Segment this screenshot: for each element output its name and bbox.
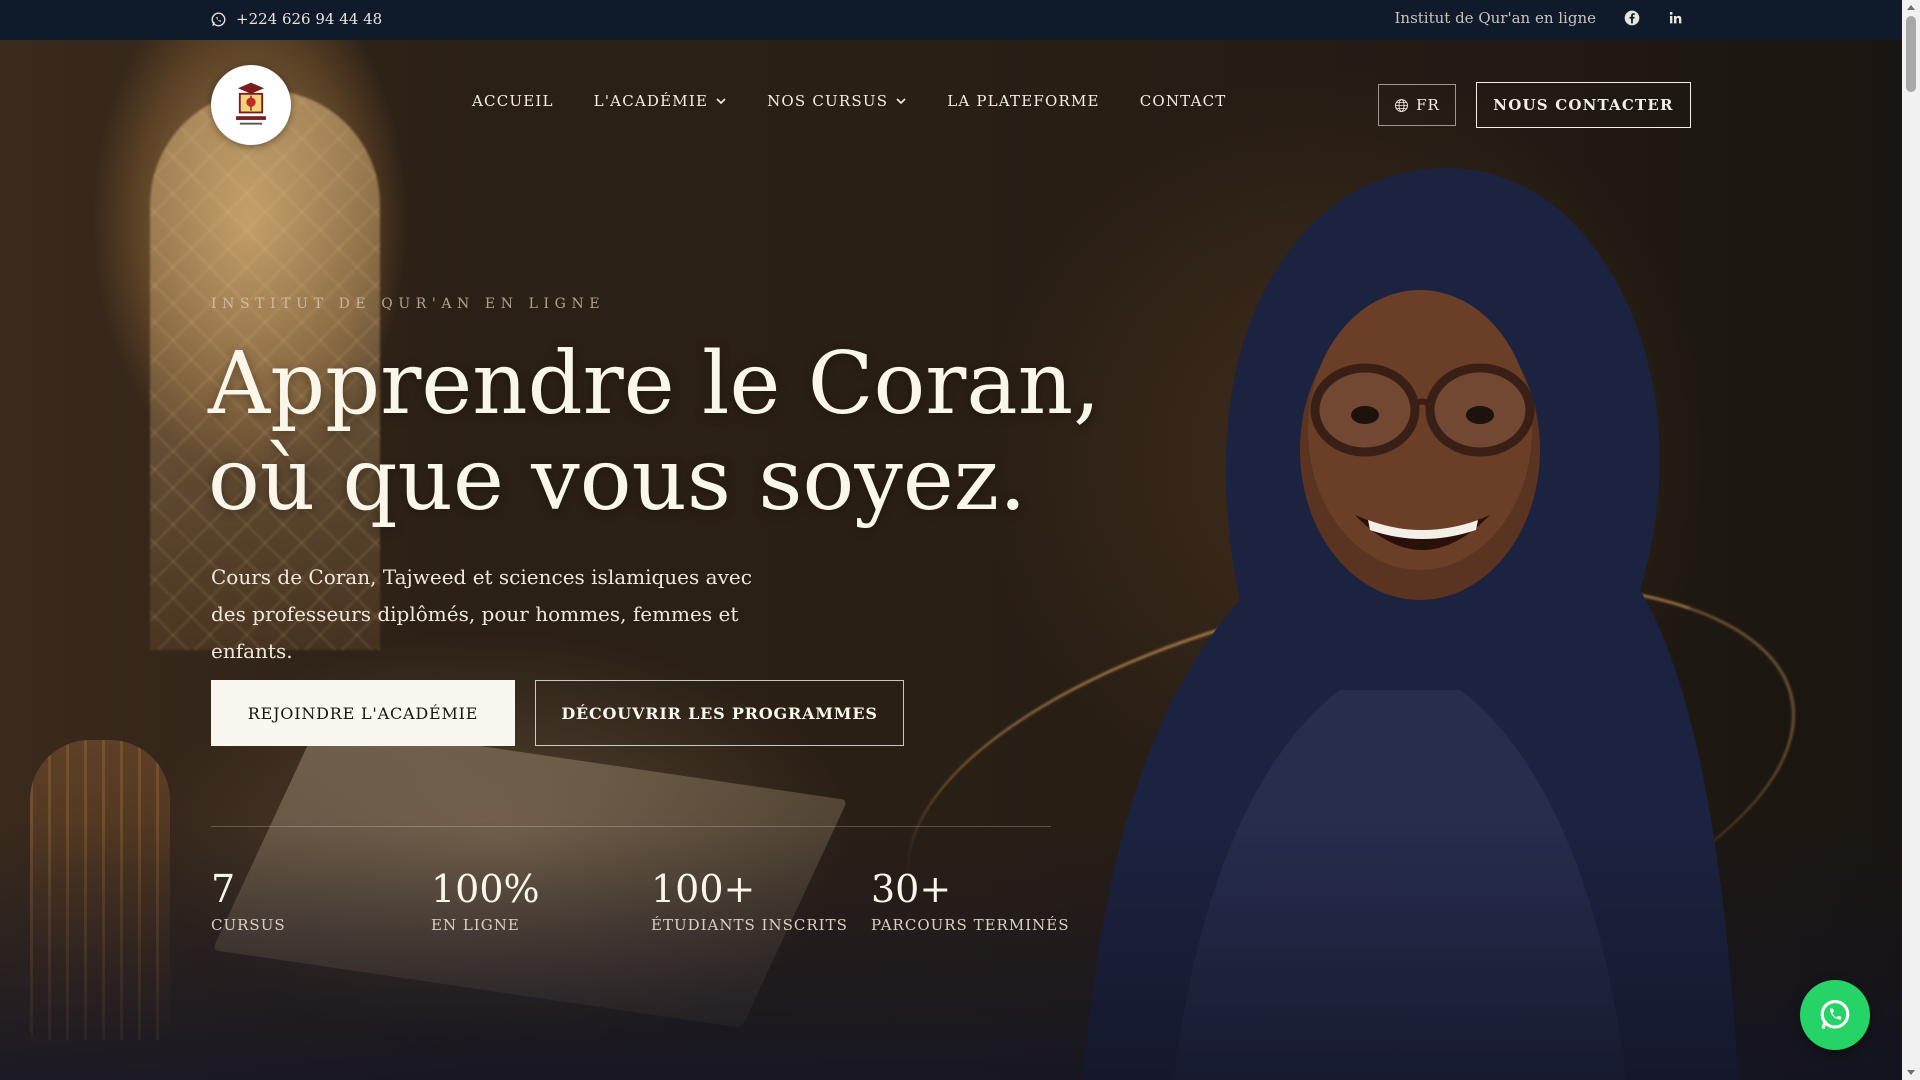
stats-row: 7 CURSUS 100% EN LIGNE 100+ ÉTUDIANTS IN…	[211, 866, 1091, 934]
phone-number: +224 626 94 44 48	[236, 10, 383, 28]
nav-label: NOS CURSUS	[767, 92, 889, 110]
stat-value: 100+	[651, 867, 756, 911]
globe-icon	[1395, 98, 1409, 112]
nav-item-academie[interactable]: L'ACADÉMIE	[594, 92, 727, 110]
hero-subtext: Cours de Coran, Tajweed et sciences isla…	[211, 565, 752, 663]
nav-label: L'ACADÉMIE	[593, 92, 709, 110]
stat-label: CURSUS	[211, 916, 286, 934]
whatsapp-icon	[211, 12, 226, 26]
nav-label: ACCUEIL	[472, 92, 554, 110]
nav-label: LA PLATEFORME	[947, 92, 1100, 110]
scroll-thumb[interactable]	[1906, 16, 1916, 92]
nav-item-nos-cursus[interactable]: NOS CURSUS	[767, 92, 907, 110]
page: +224 626 94 44 48 Institut de Qur'an en …	[0, 0, 1902, 1080]
linkedin-icon	[1669, 11, 1682, 24]
stat-label: EN LIGNE	[431, 916, 520, 934]
stat-label: PARCOURS TERMINÉS	[871, 916, 1070, 934]
page-scrollbar[interactable]	[1902, 0, 1920, 1080]
stat-item: 30+ PARCOURS TERMINÉS	[871, 866, 1091, 934]
linkedin-link[interactable]	[1668, 10, 1684, 26]
facebook-link[interactable]	[1624, 10, 1640, 26]
academy-logo-icon	[224, 78, 278, 132]
nav-item-la-plateforme[interactable]: LA PLATEFORME	[947, 92, 1100, 110]
stat-value: 30+	[871, 867, 952, 911]
nav-label: CONTACT	[1139, 92, 1227, 110]
stat-item: 100% EN LIGNE	[431, 866, 651, 934]
lantern-decoration	[30, 740, 170, 1040]
nav-item-contact[interactable]: CONTACT	[1140, 92, 1227, 110]
discover-programs-button[interactable]: DÉCOUVRIR LES PROGRAMMES	[535, 680, 904, 746]
stat-label: ÉTUDIANTS INSCRITS	[651, 916, 848, 934]
stat-item: 100+ ÉTUDIANTS INSCRITS	[651, 866, 871, 934]
hero-portrait	[1040, 130, 1740, 1080]
stat-value: 7	[211, 867, 236, 911]
hero-eyebrow: INSTITUT DE QUR'AN EN LIGNE	[211, 296, 606, 312]
stat-value: 100%	[431, 867, 540, 911]
top-bar: +224 626 94 44 48 Institut de Qur'an en …	[0, 0, 1902, 40]
academy-logo[interactable]	[211, 65, 291, 145]
phone-link[interactable]: +224 626 94 44 48	[211, 10, 382, 28]
language-selector[interactable]: FR	[1378, 84, 1456, 126]
headline-line-2: où que vous soyez.	[208, 430, 1027, 530]
join-academy-button[interactable]: REJOINDRE L'ACADÉMIE	[211, 680, 515, 746]
contact-button[interactable]: NOUS CONTACTER	[1476, 82, 1691, 128]
whatsapp-icon	[1820, 999, 1850, 1029]
hero-portrait-illustration	[1083, 168, 1739, 1080]
nav-item-accueil[interactable]: ACCUEIL	[472, 92, 554, 110]
chevron-down-icon	[896, 98, 906, 105]
scroll-down-arrow-icon[interactable]	[1907, 1070, 1915, 1075]
stat-item: 7 CURSUS	[211, 866, 431, 934]
topbar-tagline: Institut de Qur'an en ligne	[1394, 9, 1596, 27]
chevron-down-icon	[716, 98, 726, 105]
language-code: FR	[1416, 96, 1440, 114]
facebook-icon	[1624, 10, 1640, 26]
headline-line-1: Apprendre le Coran,	[208, 334, 1101, 434]
stats-divider	[211, 826, 1051, 827]
hero-headline: Apprendre le Coran, où que vous soyez.	[208, 336, 1108, 528]
main-navigation: ACCUEIL L'ACADÉMIE NOS CURSUS LA PLATEFO…	[472, 92, 1267, 110]
whatsapp-chat-button[interactable]	[1800, 980, 1870, 1050]
scroll-up-arrow-icon[interactable]	[1907, 5, 1915, 10]
